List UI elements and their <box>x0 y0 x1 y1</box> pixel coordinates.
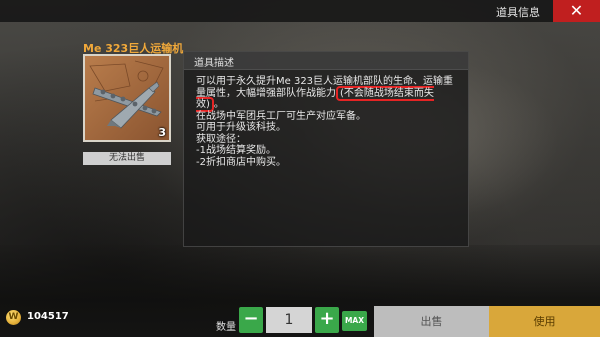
coin-icon: W <box>6 310 21 325</box>
unsellable-label: 无法出售 <box>83 152 171 165</box>
window-title: 道具信息 <box>496 6 540 19</box>
use-button[interactable]: 使用 <box>489 306 600 337</box>
description-line-1: 可以用于永久提升Me 323巨人运输机部队的生命、运输重量属性，大幅增强部队作战… <box>196 76 461 112</box>
transport-plane-icon <box>85 56 169 140</box>
quantity-max-button[interactable]: MAX <box>342 311 367 331</box>
description-panel: 道具描述 可以用于永久提升Me 323巨人运输机部队的生命、运输重量属性，大幅增… <box>183 51 469 247</box>
top-bar: 道具信息 ✕ <box>0 0 600 22</box>
description-title: 道具描述 <box>194 58 234 69</box>
description-line-4: 获取途径： <box>196 133 246 145</box>
description-text-end: 。 <box>213 99 224 110</box>
coin-amount: 104517 <box>27 311 69 322</box>
close-button[interactable]: ✕ <box>553 0 600 22</box>
close-icon: ✕ <box>569 1 584 20</box>
sell-button[interactable]: 出售 <box>374 306 489 337</box>
item-card: 3 <box>83 54 171 142</box>
description-line-6: -2折扣商店中购买。 <box>196 156 286 168</box>
quantity-plus-button[interactable]: + <box>315 307 339 333</box>
quantity-input[interactable]: 1 <box>266 307 312 333</box>
description-line-5: -1战场结算奖励。 <box>196 145 276 156</box>
quantity-minus-button[interactable]: − <box>239 307 263 333</box>
description-line-3: 可用于升级该科技。 <box>196 122 286 133</box>
quantity-label: 数量 <box>216 322 236 333</box>
item-count: 3 <box>158 126 166 139</box>
description-line-2: 在战场中军团兵工厂可生产对应军备。 <box>196 110 366 122</box>
description-header: 道具描述 <box>184 52 468 70</box>
description-body: 可以用于永久提升Me 323巨人运输机部队的生命、运输重量属性，大幅增强部队作战… <box>196 76 461 168</box>
